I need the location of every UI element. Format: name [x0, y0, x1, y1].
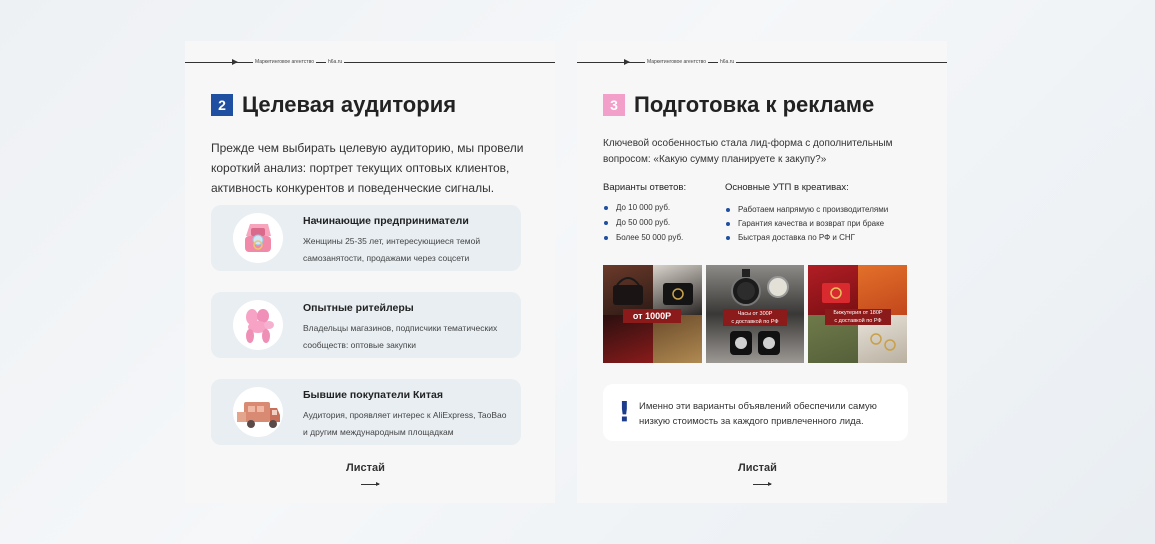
audience-description: Женщины 25-35 лет, интересующиеся темой …	[303, 236, 481, 263]
creative-price-tag: Часы от 300Р с доставкой по РФ	[723, 309, 787, 326]
creative-watches-image: Часы от 300Р с доставкой по РФ	[706, 265, 804, 363]
audience-title: Бывшие покупатели Китая	[303, 389, 443, 401]
result-note: ! Именно эти варианты объявлений обеспеч…	[603, 384, 908, 441]
agency-label: Маркетинговое агентство	[645, 58, 708, 66]
usp-item: Работаем напрямую с производителями	[725, 205, 888, 214]
section-number-badge: 2	[211, 94, 233, 116]
scroll-arrow-icon[interactable]	[361, 482, 380, 486]
creative-jewelry-image: Бижутерия от 180Р с доставкой по РФ	[808, 265, 907, 363]
audience-description: Владельцы магазинов, подписчики тематиче…	[303, 323, 498, 350]
agency-label: Маркетинговое агентство	[253, 58, 316, 66]
header-line	[185, 62, 555, 63]
creative-price-tag: Бижутерия от 180Р с доставкой по РФ	[825, 309, 891, 325]
answers-heading: Варианты ответов:	[603, 182, 687, 193]
jewelry-box-icon	[233, 213, 283, 263]
answer-item: До 50 000 руб.	[603, 218, 670, 227]
slide-ad-preparation: Маркетинговое агентство h6a.ru 3 Подгото…	[577, 41, 947, 503]
section-title: Подготовка к рекламе	[634, 92, 875, 117]
usp-item: Гарантия качества и возврат при браке	[725, 219, 884, 228]
section-title: Целевая аудитория	[242, 92, 457, 117]
usp-item: Быстрая доставка по РФ и СНГ	[725, 233, 855, 242]
exclamation-icon: !	[618, 395, 631, 428]
section-intro: Ключевой особенностью стала лид-форма с …	[603, 138, 893, 165]
result-note-text: Именно эти варианты объявлений обеспечил…	[639, 401, 877, 427]
section-intro: Прежде чем выбирать целевую аудиторию, м…	[211, 141, 524, 195]
audience-card: Опытные ритейлеры Владельцы магазинов, п…	[211, 292, 521, 358]
header-line	[577, 62, 947, 63]
answer-item: До 10 000 руб.	[603, 203, 670, 212]
audience-title: Начинающие предприниматели	[303, 215, 469, 227]
section-number-badge: 3	[603, 94, 625, 116]
scroll-hint-label: Листай	[346, 462, 385, 474]
audience-card: Бывшие покупатели Китая Аудитория, прояв…	[211, 379, 521, 445]
audience-description: Аудитория, проявляет интерес к AliExpres…	[303, 410, 507, 437]
audience-title: Опытные ритейлеры	[303, 302, 414, 314]
site-label: h6a.ru	[326, 58, 345, 66]
creative-bags-image: от 1000Р	[603, 265, 702, 363]
balloon-dog-icon	[233, 300, 283, 350]
audience-card: Начинающие предприниматели Женщины 25-35…	[211, 205, 521, 271]
scroll-arrow-icon[interactable]	[753, 482, 772, 486]
slide-target-audience: Маркетинговое агентство h6a.ru 2 Целевая…	[185, 41, 555, 503]
usp-heading: Основные УТП в креативах:	[725, 182, 849, 193]
scroll-hint-label: Листай	[738, 462, 777, 474]
header-arrow-icon	[232, 59, 238, 65]
delivery-truck-icon	[233, 387, 283, 437]
site-label: h6a.ru	[718, 58, 737, 66]
answer-item: Более 50 000 руб.	[603, 233, 683, 242]
creative-price-tag: от 1000Р	[623, 309, 681, 323]
header-arrow-icon	[624, 59, 630, 65]
